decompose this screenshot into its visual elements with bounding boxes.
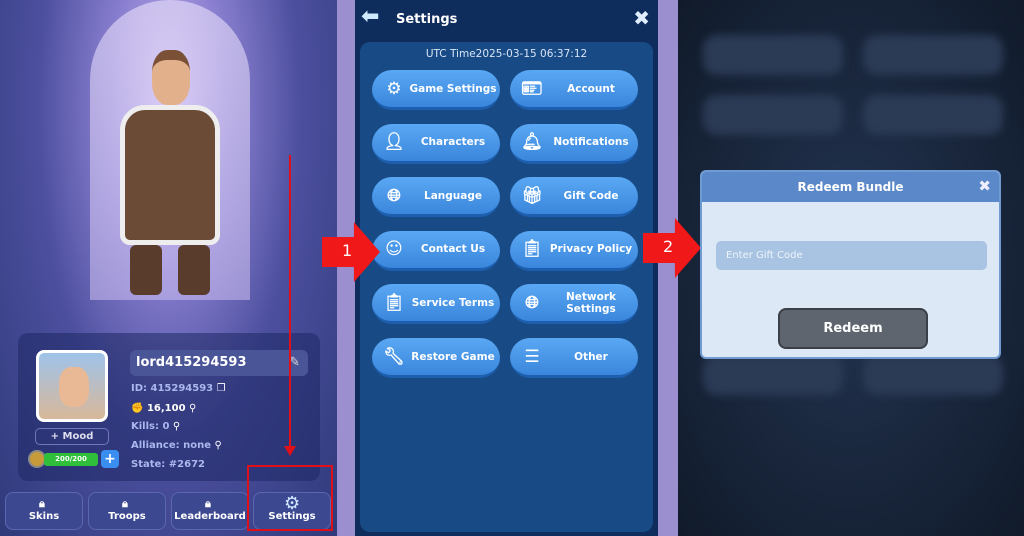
globe-icon: 🌐︎ <box>525 292 539 313</box>
search-icon[interactable]: ⚲ <box>214 440 221 451</box>
button-label: Game Settings <box>409 82 497 95</box>
close-icon[interactable]: ✖ <box>633 6 650 30</box>
avatar[interactable] <box>36 350 108 422</box>
document-shield-icon: 📋︎ <box>521 239 543 260</box>
fist-icon: ✊ <box>131 403 144 414</box>
redeem-modal: Redeem Bundle ✖ Redeem <box>700 170 1001 359</box>
settings-button-account[interactable]: 🪪︎ Account <box>510 70 638 110</box>
button-label: Restore Game <box>411 350 495 363</box>
mood-button[interactable]: + Mood <box>35 428 109 445</box>
highlight-arrow <box>289 155 291 450</box>
button-label: Language <box>424 189 482 202</box>
state: State: #2672 <box>131 459 205 470</box>
button-label: Other <box>574 350 608 363</box>
kills: Kills: 0 ⚲ <box>131 421 181 432</box>
button-label: Privacy Policy <box>549 243 633 256</box>
highlight-box <box>247 465 333 531</box>
gear-icon: ⚙ <box>386 78 402 99</box>
settings-panel: ⬅ Settings ✖ UTC Time2025-03-15 06:37:12… <box>355 0 658 536</box>
modal-title: Redeem Bundle <box>702 172 999 202</box>
settings-button-privacy-policy[interactable]: 📋︎ Privacy Policy <box>510 230 638 271</box>
character-model <box>100 50 240 300</box>
nav-skins[interactable]: 🔒︎ Skins <box>5 492 83 530</box>
bell-icon: 🔔︎ <box>521 132 543 153</box>
close-icon[interactable]: ✖ <box>978 177 991 195</box>
person-icon: 👤︎ <box>383 132 405 153</box>
settings-header: ⬅ Settings ✖ <box>355 0 658 38</box>
back-icon[interactable]: ⬅ <box>361 4 379 29</box>
player-id: ID: 415294593 ❐ <box>131 383 226 394</box>
add-stamina-button[interactable]: + <box>101 450 119 468</box>
alliance: Alliance: none ⚲ <box>131 440 222 451</box>
button-label: Characters <box>420 136 486 149</box>
globe-icon: 🌐︎ <box>387 185 401 206</box>
button-label: Account <box>567 82 615 95</box>
nav-leaderboard[interactable]: 🔒︎ Leaderboard <box>171 492 249 530</box>
power: ✊ 16,100 ⚲ <box>131 403 197 414</box>
wrench-icon: 🔧︎ <box>383 346 405 367</box>
settings-button-gift-code[interactable]: 🎁︎ Gift Code <box>510 177 638 218</box>
utc-time: UTC Time2025-03-15 06:37:12 <box>425 48 588 60</box>
gift-icon: 🎁︎ <box>521 185 543 206</box>
lock-icon: 🔒︎ <box>122 497 128 510</box>
settings-button-notifications[interactable]: 🔔︎ Notifications <box>510 123 638 164</box>
button-label: Contact Us <box>420 243 486 256</box>
settings-button-service-terms[interactable]: 📋︎ Service Terms <box>372 284 500 325</box>
gift-code-input[interactable] <box>716 241 987 270</box>
settings-button-other[interactable]: ☰ Other <box>510 338 638 378</box>
profile-panel: + Mood 200/200 + lord415294593 ✎ ID: 4152… <box>0 0 337 536</box>
nav-troops[interactable]: 🔒︎ Troops <box>88 492 166 530</box>
lock-icon: 🔒︎ <box>205 497 211 510</box>
lock-icon: 🔒︎ <box>39 497 45 510</box>
stamina-bar: 200/200 <box>44 453 98 466</box>
settings-button-restore-game[interactable]: 🔧︎ Restore Game <box>372 338 500 378</box>
headset-icon: ☺ <box>385 239 403 260</box>
settings-title: Settings <box>396 12 458 27</box>
search-icon[interactable]: ⚲ <box>189 403 196 414</box>
id-card-icon: 🪪︎ <box>521 78 543 99</box>
list-icon: ☰ <box>524 346 540 367</box>
highlight-arrowhead <box>284 446 296 456</box>
button-label: Notifications <box>553 136 629 149</box>
settings-button-network-settings[interactable]: 🌐︎ Network Settings <box>510 284 638 325</box>
button-label: Service Terms <box>411 296 495 309</box>
settings-button-game-settings[interactable]: ⚙ Game Settings <box>372 70 500 110</box>
settings-button-characters[interactable]: 👤︎ Characters <box>372 123 500 164</box>
redeem-button[interactable]: Redeem <box>778 308 928 349</box>
settings-button-contact-us[interactable]: ☺ Contact Us <box>372 230 500 271</box>
button-label: Gift Code <box>563 189 619 202</box>
clipboard-icon: 📋︎ <box>383 292 405 313</box>
copy-icon[interactable]: ❐ <box>217 383 226 394</box>
player-name: lord415294593 ✎ <box>130 350 308 376</box>
settings-button-language[interactable]: 🌐︎ Language <box>372 177 500 218</box>
search-icon[interactable]: ⚲ <box>173 421 180 432</box>
button-label: Network Settings <box>565 290 616 315</box>
